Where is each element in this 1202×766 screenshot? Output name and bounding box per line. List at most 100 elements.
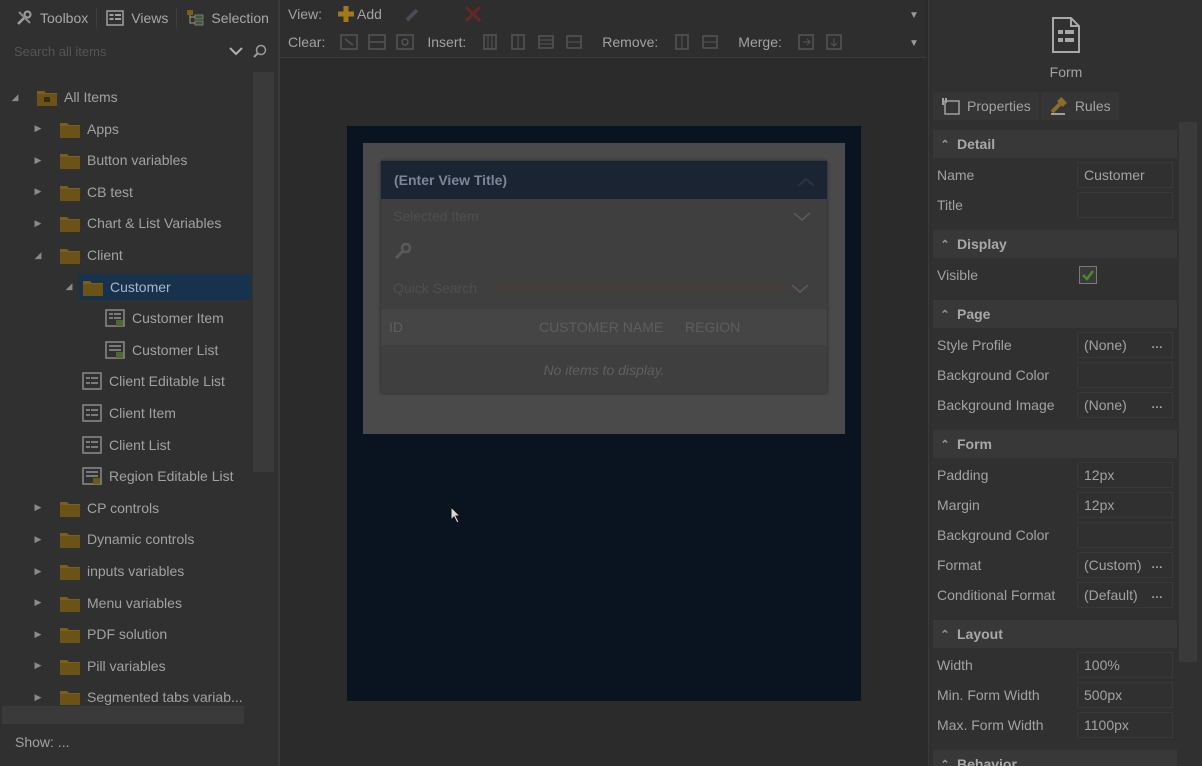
- design-canvas[interactable]: (Enter View Title) Selected Item Quick S…: [280, 58, 926, 766]
- property-value[interactable]: 12px: [1077, 492, 1173, 518]
- tab-toolbox[interactable]: Toolbox: [8, 0, 94, 36]
- ellipsis-button[interactable]: …: [1151, 557, 1164, 571]
- collapse-arrow-icon[interactable]: ▶: [32, 590, 44, 616]
- delete-button[interactable]: [459, 2, 487, 26]
- clear-row-button[interactable]: [363, 30, 391, 54]
- property-value[interactable]: [1077, 362, 1173, 388]
- tab-rules[interactable]: Rules: [1040, 92, 1119, 120]
- expand-arrow-icon[interactable]: ◢: [63, 274, 75, 300]
- tree-item[interactable]: ▶ Chart & List Variables: [35, 210, 221, 236]
- collapse-arrow-icon[interactable]: ▶: [32, 495, 44, 521]
- tree-item[interactable]: ▶ PDF solution: [35, 621, 167, 647]
- tree-item[interactable]: Customer Item: [104, 305, 224, 331]
- property-value[interactable]: 12px: [1077, 462, 1173, 488]
- ellipsis-button[interactable]: …: [1151, 397, 1164, 411]
- tree-item[interactable]: ▶ Button variables: [35, 147, 187, 173]
- property-value[interactable]: (Custom)…: [1077, 552, 1173, 578]
- tree-item[interactable]: ▶ CP controls: [35, 495, 159, 521]
- ellipsis-button[interactable]: …: [1151, 587, 1164, 601]
- chevron-down-icon[interactable]: [791, 281, 809, 297]
- visible-checkbox[interactable]: [1079, 266, 1097, 284]
- tree-horizontal-scrollbar[interactable]: [2, 706, 244, 724]
- tree-item[interactable]: ◢ Customer: [66, 273, 251, 300]
- section-header[interactable]: ⌃ Form: [933, 430, 1177, 458]
- show-filter[interactable]: Show: ...: [15, 734, 69, 750]
- column-header-region[interactable]: REGION: [685, 319, 740, 335]
- collapse-arrow-icon[interactable]: ▶: [32, 179, 44, 205]
- chevron-down-icon[interactable]: [224, 39, 248, 63]
- overflow-menu-icon[interactable]: ▼: [908, 8, 920, 22]
- collapse-arrow-icon[interactable]: ▶: [32, 558, 44, 584]
- tree-item[interactable]: ◢ All Items: [12, 84, 118, 110]
- tree-item[interactable]: ▶ inputs variables: [35, 558, 184, 584]
- section-header[interactable]: ⌃ Display: [933, 230, 1177, 258]
- selected-item-field[interactable]: Selected Item: [393, 201, 823, 231]
- collapse-arrow-icon[interactable]: ▶: [32, 526, 44, 552]
- collapse-arrow-icon[interactable]: ▶: [32, 147, 44, 173]
- ellipsis-button[interactable]: …: [1151, 337, 1164, 351]
- tree-item[interactable]: Client List: [81, 432, 170, 458]
- merge-right-button[interactable]: [792, 30, 820, 54]
- property-value[interactable]: [1077, 522, 1173, 548]
- remove-column-button[interactable]: [668, 30, 696, 54]
- insert-row-above-button[interactable]: [532, 30, 560, 54]
- clear-all-button[interactable]: [391, 30, 419, 54]
- clear-cell-button[interactable]: [335, 30, 363, 54]
- properties-scrollbar[interactable]: [1179, 122, 1197, 662]
- section-header[interactable]: ⌃ Detail: [933, 130, 1177, 158]
- collapse-arrow-icon[interactable]: ▶: [32, 621, 44, 647]
- remove-row-button[interactable]: [696, 30, 724, 54]
- tree-item[interactable]: Client Editable List: [81, 368, 225, 394]
- property-value[interactable]: 100%: [1077, 652, 1173, 678]
- insert-column-right-button[interactable]: [504, 30, 532, 54]
- section-header[interactable]: ⌃ Page: [933, 300, 1177, 328]
- tab-views[interactable]: Views: [99, 0, 174, 36]
- column-header-customer-name[interactable]: CUSTOMER NAME: [539, 319, 663, 335]
- insert-row-below-button[interactable]: [560, 30, 588, 54]
- collapse-arrow-icon[interactable]: ▶: [32, 684, 44, 705]
- tree-item[interactable]: ▶ Menu variables: [35, 590, 182, 616]
- property-value[interactable]: (None)…: [1077, 332, 1173, 358]
- wrench-icon[interactable]: [393, 241, 413, 264]
- chevron-up-icon[interactable]: [797, 174, 815, 190]
- tree-vertical-scrollbar[interactable]: [253, 72, 274, 472]
- tree-item[interactable]: Customer List: [104, 337, 218, 363]
- collapse-arrow-icon[interactable]: ▶: [32, 116, 44, 142]
- tree-item[interactable]: ▶ Dynamic controls: [35, 526, 194, 552]
- section-header[interactable]: ⌃ Behavior: [933, 750, 1177, 766]
- view-container[interactable]: (Enter View Title) Selected Item Quick S…: [363, 143, 845, 434]
- collapse-arrow-icon[interactable]: ▶: [32, 653, 44, 679]
- property-value[interactable]: 1100px: [1077, 712, 1173, 738]
- merge-down-button[interactable]: [820, 30, 848, 54]
- overflow-menu-icon[interactable]: ▼: [908, 36, 920, 50]
- property-value[interactable]: Customer: [1077, 162, 1173, 188]
- expand-arrow-icon[interactable]: ◢: [32, 242, 44, 268]
- tab-selection[interactable]: Selection: [179, 0, 275, 36]
- collapse-arrow-icon[interactable]: ▶: [32, 210, 44, 236]
- search-input[interactable]: [8, 39, 224, 63]
- tree-item[interactable]: Region Editable List: [81, 463, 234, 489]
- search-icon[interactable]: [248, 39, 272, 63]
- edit-button[interactable]: [399, 2, 427, 26]
- tree-item[interactable]: Client Item: [81, 400, 176, 426]
- quick-search-field[interactable]: Quick Search: [393, 273, 823, 303]
- tree-item[interactable]: ▶ Segmented tabs variab...: [35, 684, 243, 705]
- chevron-down-icon[interactable]: [793, 209, 811, 225]
- property-value[interactable]: (Default)…: [1077, 582, 1173, 608]
- list-view-panel[interactable]: (Enter View Title) Selected Item Quick S…: [381, 161, 827, 393]
- view-title-bar[interactable]: (Enter View Title): [381, 161, 827, 199]
- insert-column-left-button[interactable]: [476, 30, 504, 54]
- property-value[interactable]: [1077, 192, 1173, 218]
- tree-item[interactable]: ▶ Pill variables: [35, 653, 166, 679]
- column-header-id[interactable]: ID: [389, 319, 403, 335]
- add-button[interactable]: Add: [332, 2, 385, 26]
- tree-item[interactable]: ◢ Client: [35, 242, 123, 268]
- tab-properties[interactable]: Properties: [933, 92, 1039, 120]
- property-value[interactable]: 500px: [1077, 682, 1173, 708]
- section-header[interactable]: ⌃ Layout: [933, 620, 1177, 648]
- tree-item[interactable]: ▶ CB test: [35, 179, 133, 205]
- property-value[interactable]: (None)…: [1077, 392, 1173, 418]
- form-surface[interactable]: (Enter View Title) Selected Item Quick S…: [347, 126, 861, 701]
- tree-item[interactable]: ▶ Apps: [35, 116, 119, 142]
- expand-arrow-icon[interactable]: ◢: [9, 84, 21, 110]
